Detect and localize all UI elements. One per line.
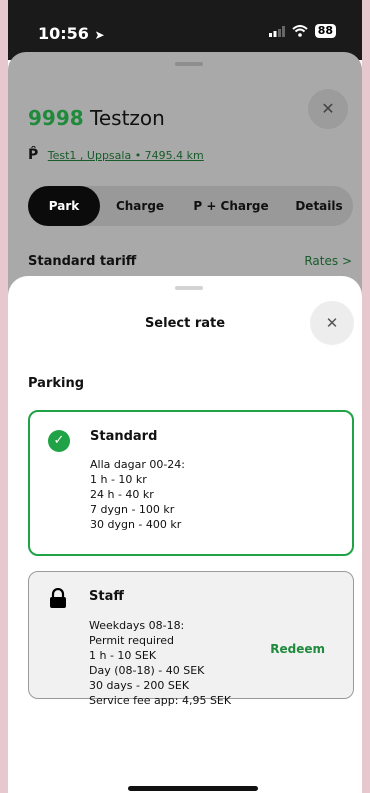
sheet-handle[interactable] <box>175 62 203 66</box>
signal-icon <box>268 25 285 37</box>
location-arrow-icon: ➤ <box>94 28 105 42</box>
battery-icon: 88 <box>314 24 336 38</box>
rate-details: Weekdays 08-18: Permit required 1 h - 10… <box>89 618 231 708</box>
close-zone-button[interactable]: ✕ <box>308 89 348 129</box>
rates-link[interactable]: Rates > <box>304 254 352 268</box>
wifi-icon <box>292 25 308 37</box>
sheet-handle[interactable] <box>175 286 203 290</box>
standard-tariff-label: Standard tariff <box>28 254 137 269</box>
location-link[interactable]: Test1 , Uppsala • 7495.4 km <box>48 149 204 162</box>
rate-line: 30 dygn - 400 kr <box>90 518 182 531</box>
tab-charge[interactable]: Charge <box>106 186 174 226</box>
section-parking-heading: Parking <box>28 376 85 391</box>
status-bar: 10:56 ➤ 88 <box>8 0 362 60</box>
sheet-title: Select rate <box>144 316 226 331</box>
redeem-button[interactable]: Redeem <box>270 642 325 656</box>
select-rate-sheet: Select rate ✕ Parking ✓ Standard Alla da… <box>8 276 362 793</box>
status-icons: 88 <box>268 24 336 38</box>
rate-card-standard[interactable]: ✓ Standard Alla dagar 00-24: 1 h - 10 kr… <box>28 410 354 556</box>
zone-number: 9998 <box>28 106 84 130</box>
zone-location: P̂ Test1 , Uppsala • 7495.4 km <box>28 147 204 163</box>
zone-name: Testzon <box>90 106 165 130</box>
rate-line: 1 h - 10 kr <box>90 473 147 486</box>
rate-line: 1 h - 10 SEK <box>89 649 157 662</box>
rate-card-staff[interactable]: Staff Weekdays 08-18: Permit required 1 … <box>28 571 354 707</box>
rate-line: Alla dagar 00-24: <box>90 458 186 471</box>
checkmark-icon: ✓ <box>48 430 70 452</box>
rate-line: Permit required <box>89 634 175 647</box>
rate-line: Service fee app: 4,95 SEK <box>89 694 232 707</box>
phone-screen: 10:56 ➤ 88 9998 Testzon ✕ P̂ Test1 , Upp… <box>8 0 362 793</box>
time-text: 10:56 <box>38 24 89 43</box>
close-icon: ✕ <box>321 99 335 118</box>
home-indicator[interactable] <box>128 786 258 791</box>
tab-park[interactable]: Park <box>28 186 100 226</box>
rate-name: Staff <box>89 589 124 604</box>
tab-details[interactable]: Details <box>286 186 352 226</box>
zone-tabs: Park Charge P + Charge Details <box>28 186 353 226</box>
close-icon: ✕ <box>325 314 339 332</box>
rate-name: Standard <box>90 429 158 444</box>
rate-line: 30 days - 200 SEK <box>89 679 190 692</box>
rate-line: Day (08-18) - 40 SEK <box>89 664 205 677</box>
zone-title: 9998 Testzon <box>28 106 165 130</box>
status-time: 10:56 ➤ <box>38 24 105 43</box>
parking-icon: P̂ <box>28 147 39 163</box>
rate-details: Alla dagar 00-24: 1 h - 10 kr 24 h - 40 … <box>90 457 185 532</box>
close-sheet-button[interactable]: ✕ <box>310 301 354 345</box>
rate-line: Weekdays 08-18: <box>89 619 185 632</box>
lock-icon <box>50 588 66 608</box>
rate-line: 7 dygn - 100 kr <box>90 503 175 516</box>
rate-line: 24 h - 40 kr <box>90 488 154 501</box>
tab-park-charge[interactable]: P + Charge <box>181 186 281 226</box>
